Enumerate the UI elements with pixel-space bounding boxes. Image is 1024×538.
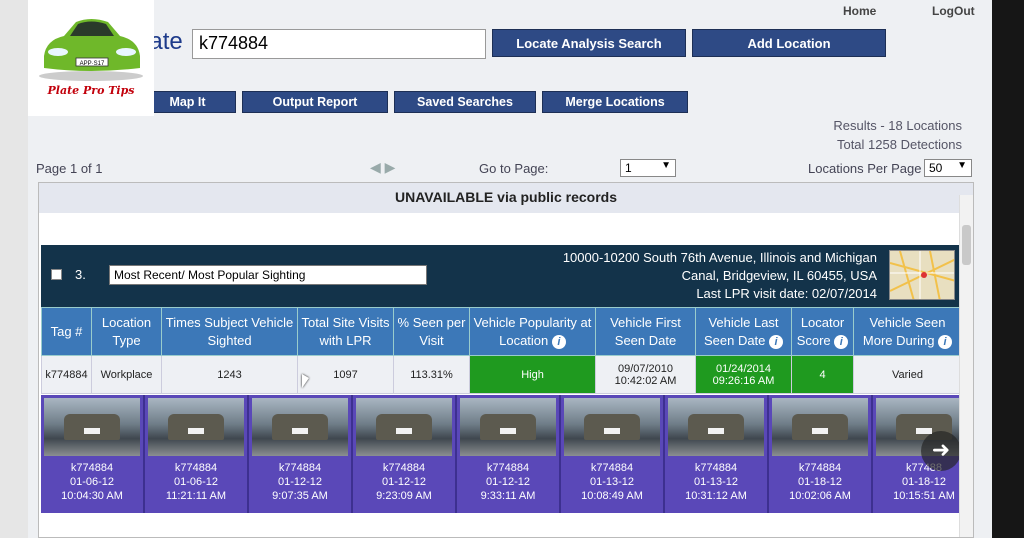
cell-pct-seen: 113.31% (393, 355, 470, 394)
unavailable-banner: UNAVAILABLE via public records (39, 183, 973, 213)
record-checkbox[interactable] (51, 269, 62, 280)
logo: APP·S17 Plate Pro Tips (28, 0, 154, 116)
app-window: APP·S17 Plate Pro Tips Home LogOut Plate… (28, 0, 992, 538)
sighting-select[interactable]: Most Recent/ Most Popular Sighting (109, 265, 427, 285)
vehicle-photo[interactable] (564, 398, 660, 456)
detection-caption: k774884 01-18-12 10:02:06 AM (789, 462, 851, 502)
cell-tag: k774884 (41, 355, 92, 394)
car-logo-icon: APP·S17 (39, 19, 143, 81)
detection-tile[interactable]: k774884 01-12-12 9:23:09 AM (353, 395, 457, 513)
col-header-pct-seen[interactable]: % Seen per Visit (393, 307, 470, 356)
vehicle-photo[interactable] (356, 398, 452, 456)
cell-last-seen: 01/24/2014 09:26:16 AM (695, 355, 792, 394)
detection-caption: k774884 01-12-12 9:33:11 AM (480, 462, 536, 502)
triangle-left-icon[interactable]: ◀ (370, 159, 381, 175)
cell-times-sighted: 1243 (161, 355, 298, 394)
col-header-total-visits[interactable]: Total Site Visits with LPR (297, 307, 394, 356)
logout-link[interactable]: LogOut (932, 4, 975, 18)
info-icon[interactable]: i (834, 334, 849, 349)
saved-searches-button[interactable]: Saved Searches (394, 91, 536, 113)
add-location-button[interactable]: Add Location (692, 29, 886, 57)
plate-search-input[interactable]: k774884 (192, 29, 486, 59)
col-header-locator-score[interactable]: Locator Score i (791, 307, 854, 356)
cell-total-visits: 1097 (297, 355, 394, 394)
cell-first-seen: 09/07/2010 10:42:02 AM (595, 355, 696, 394)
detection-caption: k774884 01-12-12 9:23:09 AM (376, 462, 432, 502)
detection-caption: k774884 01-06-12 10:04:30 AM (61, 462, 123, 502)
chevron-down-icon: ▼ (661, 160, 671, 171)
detection-caption: k774884 01-13-12 10:08:49 AM (581, 462, 643, 502)
page-of-label: Page 1 of 1 (36, 161, 103, 176)
cell-popularity: High (469, 355, 596, 394)
col-header-last-seen[interactable]: Vehicle Last Seen Date i (695, 307, 792, 356)
info-icon[interactable]: i (769, 334, 784, 349)
results-panel: UNAVAILABLE via public records 3. Most R… (38, 182, 974, 538)
mouse-cursor-icon (302, 374, 309, 388)
detection-tile[interactable]: k774884 01-06-12 10:04:30 AM (41, 395, 145, 513)
vehicle-photo[interactable] (44, 398, 140, 456)
pagination-bar: Page 1 of 1 ◀ ▶ Go to Page: 1 ▼ Location… (28, 156, 992, 182)
detection-caption: k774884 01-06-12 11:21:11 AM (165, 462, 227, 502)
detection-tile[interactable]: k774884 01-13-12 10:31:12 AM (665, 395, 769, 513)
col-header-location-type[interactable]: Location Type (91, 307, 162, 356)
vehicle-photo[interactable] (148, 398, 244, 456)
scrollbar-thumb[interactable] (962, 225, 971, 265)
detection-gallery: k774884 01-06-12 10:04:30 AM k774884 01-06-1… (41, 395, 972, 513)
col-header-popularity[interactable]: Vehicle Popularity at Location i (469, 307, 596, 356)
info-icon[interactable]: i (551, 334, 566, 349)
page-arrows: ◀ ▶ (370, 159, 395, 176)
cell-locator-score: 4 (791, 355, 854, 394)
detection-tile[interactable]: k774884 01-12-12 9:33:11 AM (457, 395, 561, 513)
screen-bezel-left (0, 0, 28, 538)
table-header-row: Tag # Location Type Times Subject Vehicl… (41, 307, 962, 356)
merge-locations-button[interactable]: Merge Locations (542, 91, 688, 113)
col-header-times-sighted[interactable]: Times Subject Vehicle Sighted (161, 307, 298, 356)
detection-tile[interactable]: k774884 01-13-12 10:08:49 AM (561, 395, 665, 513)
col-header-seen-more[interactable]: Vehicle Seen More During i (853, 307, 962, 356)
vehicle-photo[interactable] (460, 398, 556, 456)
goto-page-select[interactable]: 1 ▼ (620, 159, 676, 177)
results-locations: Results - 18 Locations (833, 118, 962, 133)
svg-text:APP·S17: APP·S17 (80, 61, 105, 67)
map-thumbnail[interactable] (889, 250, 955, 300)
vehicle-photo[interactable] (772, 398, 868, 456)
cell-location-type: Workplace (91, 355, 162, 394)
location-table: Tag # Location Type Times Subject Vehicl… (41, 307, 962, 394)
cell-seen-more: Varied (853, 355, 962, 394)
vehicle-photo[interactable] (668, 398, 764, 456)
col-header-first-seen[interactable]: Vehicle First Seen Date (595, 307, 696, 356)
triangle-right-icon[interactable]: ▶ (385, 159, 396, 175)
logo-brand-text: Plate Pro Tips (47, 84, 135, 97)
detection-caption: k774884 01-12-12 9:07:35 AM (272, 462, 328, 502)
detection-caption: k774884 01-13-12 10:31:12 AM (685, 462, 747, 502)
record-number: 3. (75, 267, 86, 282)
vehicle-photo[interactable] (252, 398, 348, 456)
col-header-tag[interactable]: Tag # (41, 307, 92, 356)
goto-page-label: Go to Page: (479, 161, 549, 176)
table-row: k774884 Workplace 1243 1097 113.31% High… (41, 355, 962, 394)
detection-tile[interactable]: k774884 01-12-12 9:07:35 AM (249, 395, 353, 513)
detection-tile[interactable]: k774884 01-18-12 10:02:06 AM (769, 395, 873, 513)
locations-per-page-select[interactable]: 50 ▼ (924, 159, 972, 177)
chevron-down-icon: ▼ (957, 160, 967, 171)
map-icon (890, 251, 954, 299)
vertical-scrollbar[interactable] (959, 195, 973, 537)
locate-analysis-search-button[interactable]: Locate Analysis Search (492, 29, 686, 57)
results-summary: Results - 18 Locations Total 1258 Detect… (833, 116, 962, 154)
arrow-right-icon[interactable]: ➜ (921, 431, 961, 471)
output-report-button[interactable]: Output Report (242, 91, 388, 113)
record-address: 10000-10200 South 76th Avenue, Illinois … (562, 250, 877, 301)
screen-bezel-right (992, 0, 1024, 538)
home-link[interactable]: Home (843, 4, 876, 18)
record-header: 3. Most Recent/ Most Popular Sighting 10… (41, 245, 961, 307)
detection-tile[interactable]: k774884 01-06-12 11:21:11 AM (145, 395, 249, 513)
locations-per-page-label: Locations Per Page (808, 161, 922, 176)
info-icon[interactable]: i (938, 334, 953, 349)
results-detections: Total 1258 Detections (836, 137, 962, 152)
